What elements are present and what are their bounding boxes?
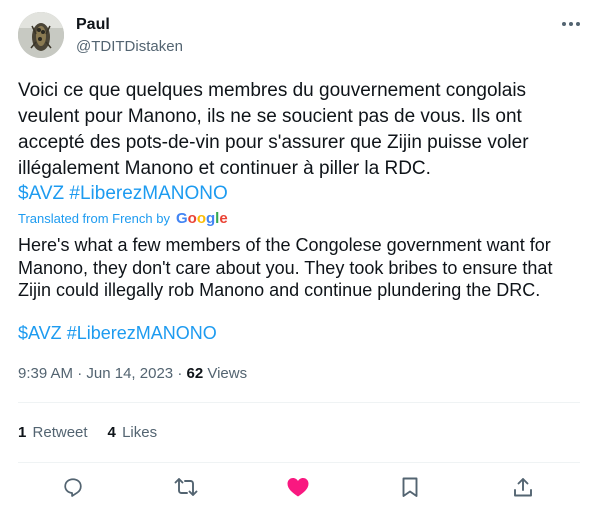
tweet-original-text: Voici ce que quelques membres du gouvern… <box>18 80 529 179</box>
tweet-card: Paul @TDITDistaken Voici ce que quelques… <box>0 0 598 513</box>
cashtag-link[interactable]: $AVZ <box>18 323 62 343</box>
avatar[interactable] <box>18 12 64 58</box>
views-label: Views <box>207 365 248 382</box>
bookmark-icon <box>402 477 418 497</box>
retweets-label: Retweet <box>32 424 88 441</box>
tweet-translated-text: Here's what a few members of the Congole… <box>18 235 553 300</box>
likes-stat[interactable]: 4 Likes <box>108 423 158 443</box>
reply-button[interactable] <box>56 470 90 504</box>
divider <box>18 462 580 463</box>
tweet-original-tags: $AVZ #LiberezMANONO <box>18 182 578 206</box>
cashtag-link[interactable]: $AVZ <box>18 183 64 204</box>
tweet-translated-tags: $AVZ #LiberezMANONO <box>18 322 578 344</box>
google-logo: Google <box>175 210 228 227</box>
hashtag-link[interactable]: #LiberezMANONO <box>69 183 227 204</box>
heart-icon <box>287 478 309 497</box>
translation-label[interactable]: Translated from French by <box>18 210 170 228</box>
more-options-button[interactable] <box>558 14 584 34</box>
tweet-stats: 1 Retweet 4 Likes <box>18 423 177 443</box>
tweet-time[interactable]: 9:39 AM <box>18 365 73 382</box>
retweet-icon <box>174 478 198 496</box>
share-icon <box>514 478 532 497</box>
bookmark-button[interactable] <box>393 470 427 504</box>
likes-count: 4 <box>107 424 116 441</box>
tweet-meta: 9:39 AM · Jun 14, 2023 · 62 Views <box>18 364 247 384</box>
retweets-stat[interactable]: 1 Retweet <box>18 423 88 443</box>
more-horizontal-icon <box>562 22 580 26</box>
meta-separator: · <box>77 365 83 382</box>
likes-label: Likes <box>122 424 158 441</box>
user-handle[interactable]: @TDITDistaken <box>76 37 183 57</box>
divider <box>18 402 580 403</box>
tweet-date[interactable]: Jun 14, 2023 <box>86 365 173 382</box>
display-name[interactable]: Paul <box>76 15 110 35</box>
tweet-actions <box>0 470 598 504</box>
retweets-count: 1 <box>18 424 27 441</box>
reply-icon <box>64 478 82 497</box>
tweet-header: Paul @TDITDistaken <box>18 12 586 58</box>
retweet-button[interactable] <box>169 470 203 504</box>
share-button[interactable] <box>506 470 540 504</box>
views-count: 62 <box>186 365 204 382</box>
hashtag-link[interactable]: #LiberezMANONO <box>67 323 217 343</box>
like-button[interactable] <box>281 470 315 504</box>
translation-attribution[interactable]: Translated from French by Google <box>18 210 228 228</box>
meta-separator: · <box>177 365 183 382</box>
